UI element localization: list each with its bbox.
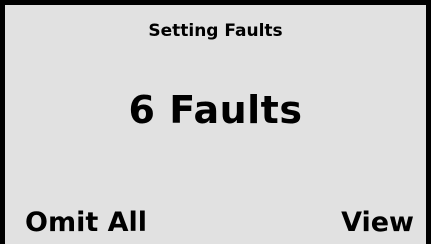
omit-all-softkey[interactable]: Omit All	[25, 209, 147, 236]
lcd-screen: Setting Faults 6 Faults Omit All View	[0, 0, 431, 244]
screen-title: Setting Faults	[148, 21, 283, 41]
fault-count: 6 Faults	[128, 88, 303, 132]
view-softkey[interactable]: View	[341, 209, 414, 236]
